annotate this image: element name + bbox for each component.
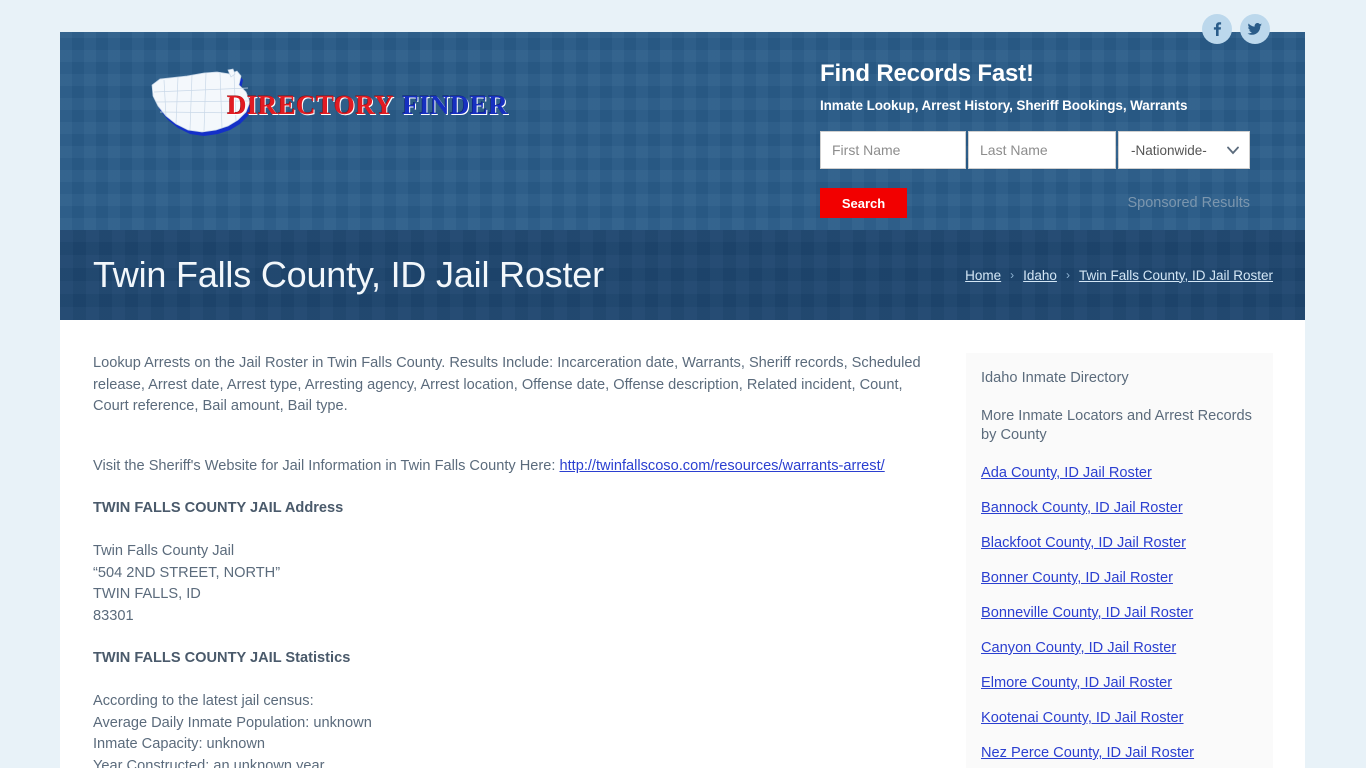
sidebar-link-nez-perce-county[interactable]: Nez Perce County, ID Jail Roster bbox=[981, 744, 1255, 763]
sidebar-link-kootenai-county[interactable]: Kootenai County, ID Jail Roster bbox=[981, 709, 1255, 728]
stats-line: Year Constructed: an unknown year bbox=[93, 757, 325, 768]
breadcrumb-separator-icon: › bbox=[1065, 268, 1070, 282]
site-logo[interactable]: DIRECTORY FINDER bbox=[142, 68, 508, 148]
logo-text-directory: DIRECTORY bbox=[227, 90, 395, 120]
site-container: DIRECTORY FINDER Find Records Fast! Inmat… bbox=[60, 30, 1305, 768]
breadcrumb-item-home[interactable]: Home bbox=[965, 268, 1001, 283]
search-actions-row: Search Sponsored Results bbox=[820, 188, 1250, 218]
main-content: Lookup Arrests on the Jail Roster in Twi… bbox=[93, 353, 938, 768]
sidebar-heading-more-counties: More Inmate Locators and Arrest Records … bbox=[981, 408, 1252, 443]
page-title: Twin Falls County, ID Jail Roster bbox=[93, 254, 604, 295]
address-heading: TWIN FALLS COUNTY JAIL Address bbox=[93, 500, 344, 517]
address-line: “504 2ND STREET, NORTH” bbox=[93, 564, 281, 581]
sidebar-link-ada-county[interactable]: Ada County, ID Jail Roster bbox=[981, 464, 1255, 483]
logo-text: DIRECTORY FINDER bbox=[227, 90, 508, 121]
page-title-band: Twin Falls County, ID Jail Roster Home ›… bbox=[60, 230, 1305, 320]
social-strip bbox=[0, 0, 1366, 44]
sheriff-website-prefix: Visit the Sheriff's Website for Jail Inf… bbox=[93, 457, 560, 474]
breadcrumb: Home › Idaho › Twin Falls County, ID Jai… bbox=[965, 268, 1273, 283]
stats-line: According to the latest jail census: bbox=[93, 692, 314, 709]
social-icons bbox=[1202, 14, 1270, 44]
search-headline: Find Records Fast! bbox=[820, 60, 1034, 87]
address-line: Twin Falls County Jail bbox=[93, 542, 235, 559]
last-name-input[interactable] bbox=[968, 131, 1116, 169]
sidebar-link-elmore-county[interactable]: Elmore County, ID Jail Roster bbox=[981, 674, 1255, 693]
sponsored-results-label: Sponsored Results bbox=[1127, 195, 1250, 211]
jail-address-block: Twin Falls County Jail “504 2ND STREET, … bbox=[93, 541, 938, 627]
sidebar-heading-directory: Idaho Inmate Directory bbox=[981, 370, 1129, 386]
stats-line: Average Daily Inmate Population: unknown bbox=[93, 714, 372, 731]
sheriff-website-link[interactable]: http://twinfallscoso.com/resources/warra… bbox=[559, 458, 884, 474]
statistics-heading: TWIN FALLS COUNTY JAIL Statistics bbox=[93, 650, 351, 667]
jail-statistics-block: According to the latest jail census: Ave… bbox=[93, 691, 938, 768]
sidebar: Idaho Inmate Directory More Inmate Locat… bbox=[966, 353, 1273, 768]
twitter-icon[interactable] bbox=[1240, 14, 1270, 44]
sheriff-website-line: Visit the Sheriff's Website for Jail Inf… bbox=[93, 456, 938, 478]
intro-paragraph: Lookup Arrests on the Jail Roster in Twi… bbox=[93, 355, 921, 415]
sidebar-link-bonner-county[interactable]: Bonner County, ID Jail Roster bbox=[981, 569, 1255, 588]
sidebar-link-canyon-county[interactable]: Canyon County, ID Jail Roster bbox=[981, 639, 1255, 658]
sidebar-link-bannock-county[interactable]: Bannock County, ID Jail Roster bbox=[981, 499, 1255, 518]
site-header: DIRECTORY FINDER Find Records Fast! Inmat… bbox=[60, 30, 1305, 230]
logo-text-finder: FINDER bbox=[402, 90, 509, 120]
search-fields-row: -Nationwide- bbox=[820, 131, 1250, 169]
search-panel: Find Records Fast! Inmate Lookup, Arrest… bbox=[820, 60, 1250, 218]
stats-line: Inmate Capacity: unknown bbox=[93, 736, 265, 753]
body-area: Lookup Arrests on the Jail Roster in Twi… bbox=[60, 320, 1305, 768]
address-line: TWIN FALLS, ID bbox=[93, 586, 201, 603]
address-line: 83301 bbox=[93, 607, 134, 624]
first-name-input[interactable] bbox=[820, 131, 966, 169]
breadcrumb-item-current[interactable]: Twin Falls County, ID Jail Roster bbox=[1079, 268, 1273, 283]
facebook-icon[interactable] bbox=[1202, 14, 1232, 44]
search-button[interactable]: Search bbox=[820, 188, 907, 218]
state-select[interactable]: -Nationwide- bbox=[1119, 132, 1249, 168]
page-root: DIRECTORY FINDER Find Records Fast! Inmat… bbox=[0, 0, 1366, 768]
state-select-wrapper[interactable]: -Nationwide- bbox=[1118, 131, 1250, 169]
sidebar-link-blackfoot-county[interactable]: Blackfoot County, ID Jail Roster bbox=[981, 534, 1255, 553]
search-subheadline: Inmate Lookup, Arrest History, Sheriff B… bbox=[820, 98, 1188, 113]
breadcrumb-item-idaho[interactable]: Idaho bbox=[1023, 268, 1057, 283]
breadcrumb-separator-icon: › bbox=[1010, 268, 1015, 282]
sidebar-link-bonneville-county[interactable]: Bonneville County, ID Jail Roster bbox=[981, 604, 1255, 623]
